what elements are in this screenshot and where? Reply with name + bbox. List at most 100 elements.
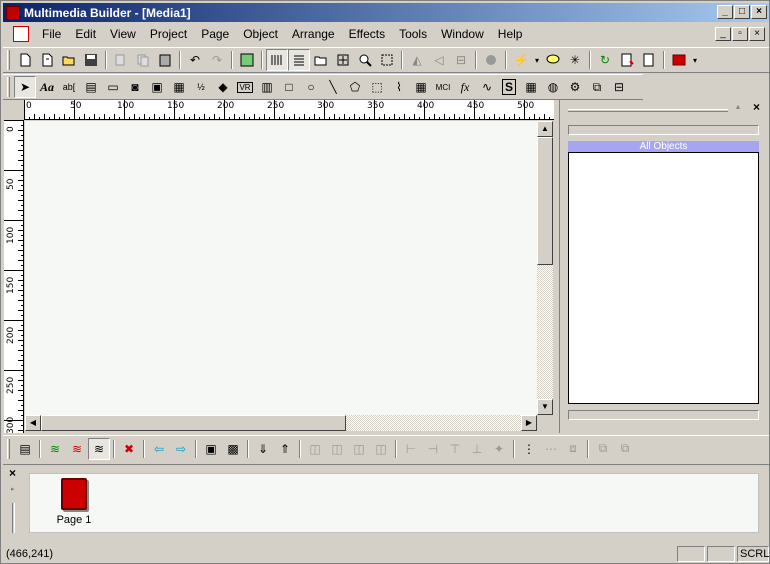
horizontal-scrollbar[interactable]: ◀ ▶ (25, 415, 537, 431)
ungroup-icon[interactable]: ⧉ (614, 438, 636, 460)
vertical-scrollbar[interactable]: ▲ ▼ (537, 121, 553, 415)
vr-tool[interactable]: VR (234, 76, 256, 98)
hotspot-icon[interactable]: ⬚ (366, 76, 388, 98)
run-project-icon[interactable] (668, 49, 690, 71)
delete-page-icon[interactable]: ✖ (118, 438, 140, 460)
page-thumbnail[interactable]: Page 1 (54, 478, 94, 526)
freehand-icon[interactable]: ⌇ (388, 76, 410, 98)
polygon-icon[interactable]: ⬠ (344, 76, 366, 98)
new-page-icon[interactable] (36, 49, 58, 71)
table-icon[interactable]: ▦ (520, 76, 542, 98)
mci-tool[interactable]: MCI (432, 76, 454, 98)
panel-close-icon[interactable]: × (753, 100, 760, 114)
globe-icon[interactable]: ◍ (542, 76, 564, 98)
script-icon[interactable] (616, 49, 638, 71)
all-objects-label[interactable]: All Objects (568, 141, 759, 152)
flip-horizontal-icon[interactable]: ◭ (406, 49, 428, 71)
text-tool[interactable]: Aa (36, 76, 58, 98)
import-icon[interactable]: ⇓ (252, 438, 274, 460)
save-icon[interactable] (80, 49, 102, 71)
text-button-icon[interactable]: ▣ (146, 76, 168, 98)
new-page-icon[interactable]: ▤ (14, 438, 36, 460)
scroll-down-button[interactable]: ▼ (537, 399, 553, 415)
send-back-icon[interactable]: ◫ (326, 438, 348, 460)
toolbar-grip[interactable] (7, 50, 10, 70)
paragraph-icon[interactable]: ▤ (80, 76, 102, 98)
pages-list[interactable]: Page 1 (29, 473, 759, 533)
flip-vertical-icon[interactable]: ◁ (428, 49, 450, 71)
zoom-icon[interactable] (354, 49, 376, 71)
page-properties-icon[interactable]: ▣ (200, 438, 222, 460)
maximize-button[interactable]: □ (734, 5, 750, 19)
menu-tools[interactable]: Tools (392, 25, 434, 43)
gif-icon[interactable]: ½ (190, 76, 212, 98)
mdi-minimize-button[interactable]: _ (715, 27, 731, 41)
scroll-left-button[interactable]: ◀ (25, 415, 41, 431)
new-icon[interactable] (14, 49, 36, 71)
toolbar-grip[interactable] (7, 77, 10, 97)
align-icon[interactable]: ⊟ (450, 49, 472, 71)
select-area-icon[interactable] (376, 49, 398, 71)
panel-expand-icon[interactable]: ▴ (736, 102, 740, 111)
horizontal-scroll-thumb[interactable] (41, 415, 346, 431)
cut-icon[interactable] (110, 49, 132, 71)
align-left-icon[interactable]: ⊢ (400, 438, 422, 460)
line-icon[interactable]: ╲ (322, 76, 344, 98)
menu-file[interactable]: File (35, 25, 68, 43)
align-right-icon[interactable]: ⊣ (422, 438, 444, 460)
same-size-icon[interactable]: ⧈ (562, 438, 584, 460)
list-icon[interactable]: ▥ (256, 76, 278, 98)
previous-page-icon[interactable]: ⇦ (148, 438, 170, 460)
panel-grip[interactable] (568, 109, 728, 112)
objects-list[interactable] (568, 152, 759, 404)
document-icon[interactable] (13, 26, 29, 42)
distribute-v-icon[interactable]: ⋯ (540, 438, 562, 460)
menu-window[interactable]: Window (434, 25, 491, 43)
folder-icon[interactable] (310, 49, 332, 71)
s-tool[interactable]: S (498, 76, 520, 98)
wave-icon[interactable]: ∿ (476, 76, 498, 98)
compile-icon[interactable]: ↻ (594, 49, 616, 71)
menu-project[interactable]: Project (143, 25, 194, 43)
menu-arrange[interactable]: Arrange (285, 25, 342, 43)
image-button-icon[interactable]: ◙ (124, 76, 146, 98)
copy-icon[interactable] (132, 49, 154, 71)
scroll-right-button[interactable]: ▶ (521, 415, 537, 431)
menu-effects[interactable]: Effects (342, 25, 392, 43)
text-field-tool[interactable]: ab[ (58, 76, 80, 98)
open-icon[interactable] (58, 49, 80, 71)
window-object-icon[interactable]: ⧉ (586, 76, 608, 98)
distribute-h-icon[interactable]: ⋮ (518, 438, 540, 460)
close-button[interactable]: × (751, 5, 767, 19)
fx-tool[interactable]: fx (454, 76, 476, 98)
layers-green-icon[interactable]: ≋ (44, 438, 66, 460)
menu-edit[interactable]: Edit (68, 25, 103, 43)
redo-icon[interactable]: ↷ (206, 49, 228, 71)
menu-view[interactable]: View (103, 25, 143, 43)
bring-forward-icon[interactable]: ◫ (348, 438, 370, 460)
dropdown-arrow-icon[interactable]: ▾ (532, 49, 542, 71)
paste-icon[interactable] (154, 49, 176, 71)
record-icon[interactable] (480, 49, 502, 71)
minimize-button[interactable]: _ (717, 5, 733, 19)
plugin-icon[interactable]: ⚙ (564, 76, 586, 98)
menu-page[interactable]: Page (194, 25, 236, 43)
pages-view-icon[interactable] (266, 49, 288, 71)
page-canvas[interactable] (25, 121, 537, 415)
toolbar-grip[interactable] (7, 438, 10, 459)
menu-object[interactable]: Object (236, 25, 285, 43)
more-tools-icon[interactable]: ⊟ (608, 76, 630, 98)
pages-panel-grip[interactable] (12, 503, 15, 533)
exit-icon[interactable] (638, 49, 660, 71)
objects-view-icon[interactable] (288, 49, 310, 71)
sparkle-icon[interactable]: ✳ (564, 49, 586, 71)
align-bottom-icon[interactable]: ⊥ (466, 438, 488, 460)
button-icon[interactable]: ▭ (102, 76, 124, 98)
tooltip-icon[interactable] (542, 49, 564, 71)
mdi-restore-button[interactable]: ▫ (732, 27, 748, 41)
undo-icon[interactable]: ↶ (184, 49, 206, 71)
pages-panel-expand-icon[interactable]: ▸ (11, 485, 15, 493)
vertical-scroll-thumb[interactable] (537, 137, 553, 265)
menu-help[interactable]: Help (491, 25, 530, 43)
pointer-icon[interactable]: ➤ (14, 76, 36, 98)
